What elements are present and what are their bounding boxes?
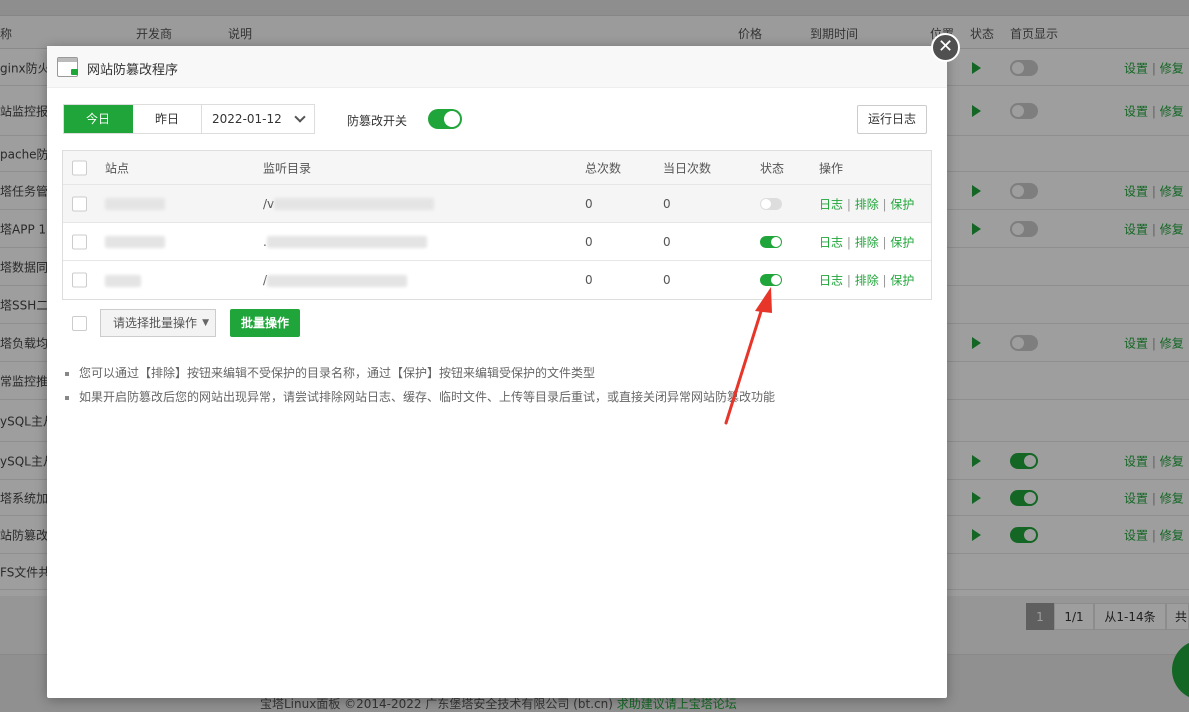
date-value: 2022-01-12 [212,112,282,126]
row-ops: 日志 | 排除 | 保护 [819,233,914,250]
close-icon[interactable]: ✕ [931,33,960,62]
log-link[interactable]: 日志 [819,197,843,211]
ops-separator: | [878,235,891,249]
app-window-lock-icon [57,57,78,77]
ops-separator: | [878,197,891,211]
tamper-proof-modal: 网站防篡改程序 今日 昨日 2022-01-12 防篡改开关 运行日志 站点 监… [47,46,947,698]
site-name-redacted [105,197,165,211]
total-count: 0 [585,273,593,287]
site-row: / 0 0 日志 | 排除 | 保护 [63,261,931,299]
exclude-link[interactable]: 排除 [855,235,879,249]
select-all-checkbox[interactable] [72,160,87,175]
row-checkbox[interactable] [72,272,87,288]
col-dir: 监听目录 [263,161,312,175]
log-link[interactable]: 日志 [819,274,843,288]
row-ops: 日志 | 排除 | 保护 [819,195,914,212]
status-toggle[interactable] [760,274,782,286]
site-row: /v 0 0 日志 | 排除 | 保护 [63,185,931,223]
protect-link[interactable]: 保护 [890,274,914,288]
site-name-redacted [105,235,165,249]
tab-yesterday[interactable]: 昨日 [133,105,203,133]
exclude-link[interactable]: 排除 [855,197,879,211]
total-count: 0 [585,234,593,249]
status-toggle[interactable] [760,235,782,248]
batch-action-select[interactable]: 请选择批量操作 ▼ [100,309,216,337]
caret-down-icon: ▼ [202,318,209,328]
tip-item: 您可以通过【排除】按钮来编辑不受保护的目录名称，通过【保护】按钮来编辑受保护的文… [65,361,775,385]
date-tab-group: 今日 昨日 2022-01-12 [63,104,315,134]
row-checkbox[interactable] [72,196,87,211]
modal-title-bar: 网站防篡改程序 [47,46,947,88]
batch-action-placeholder: 请选择批量操作 [113,316,198,330]
help-tips: 您可以通过【排除】按钮来编辑不受保护的目录名称，通过【保护】按钮来编辑受保护的文… [65,361,775,409]
log-link[interactable]: 日志 [819,235,843,249]
ops-separator: | [843,273,855,288]
col-today: 当日次数 [663,161,712,175]
today-count: 0 [663,234,671,249]
tab-today[interactable]: 今日 [64,105,134,133]
col-total: 总次数 [585,161,622,175]
tamper-switch-label: 防篡改开关 [347,114,408,128]
row-checkbox[interactable] [72,234,87,249]
site-name-redacted [105,273,141,287]
total-count: 0 [585,196,593,211]
site-row: . 0 0 日志 | 排除 | 保护 [63,223,931,261]
tamper-switch[interactable] [428,109,462,129]
dir-prefix: /v [263,196,275,211]
site-dir: / [263,273,408,287]
batch-select-checkbox[interactable] [72,316,87,331]
ops-separator: | [843,235,855,249]
col-status: 状态 [760,161,785,175]
site-dir: . [263,235,427,249]
row-ops: 日志 | 排除 | 保护 [819,272,914,289]
modal-title: 网站防篡改程序 [87,63,179,78]
exclude-link[interactable]: 排除 [855,274,879,288]
today-count: 0 [663,196,671,211]
col-site: 站点 [105,161,130,175]
date-picker[interactable]: 2022-01-12 [202,105,314,133]
site-table: 站点 监听目录 总次数 当日次数 状态 操作 /v 0 0 日志 | 排除 | 保护.… [62,150,932,300]
ops-separator: | [843,197,855,211]
today-count: 0 [663,273,671,287]
batch-action-button[interactable]: 批量操作 [230,309,300,337]
run-log-button[interactable]: 运行日志 [857,105,927,134]
site-table-header: 站点 监听目录 总次数 当日次数 状态 操作 [63,151,931,185]
protect-link[interactable]: 保护 [890,197,914,211]
tip-item: 如果开启防篡改后您的网站出现异常，请尝试排除网站日志、缓存、临时文件、上传等目录… [65,385,775,409]
site-dir: /v [263,196,435,211]
protect-link[interactable]: 保护 [890,235,914,249]
ops-separator: | [878,273,891,288]
chevron-down-icon [294,111,306,123]
col-ops: 操作 [819,161,844,175]
status-toggle[interactable] [760,197,782,210]
